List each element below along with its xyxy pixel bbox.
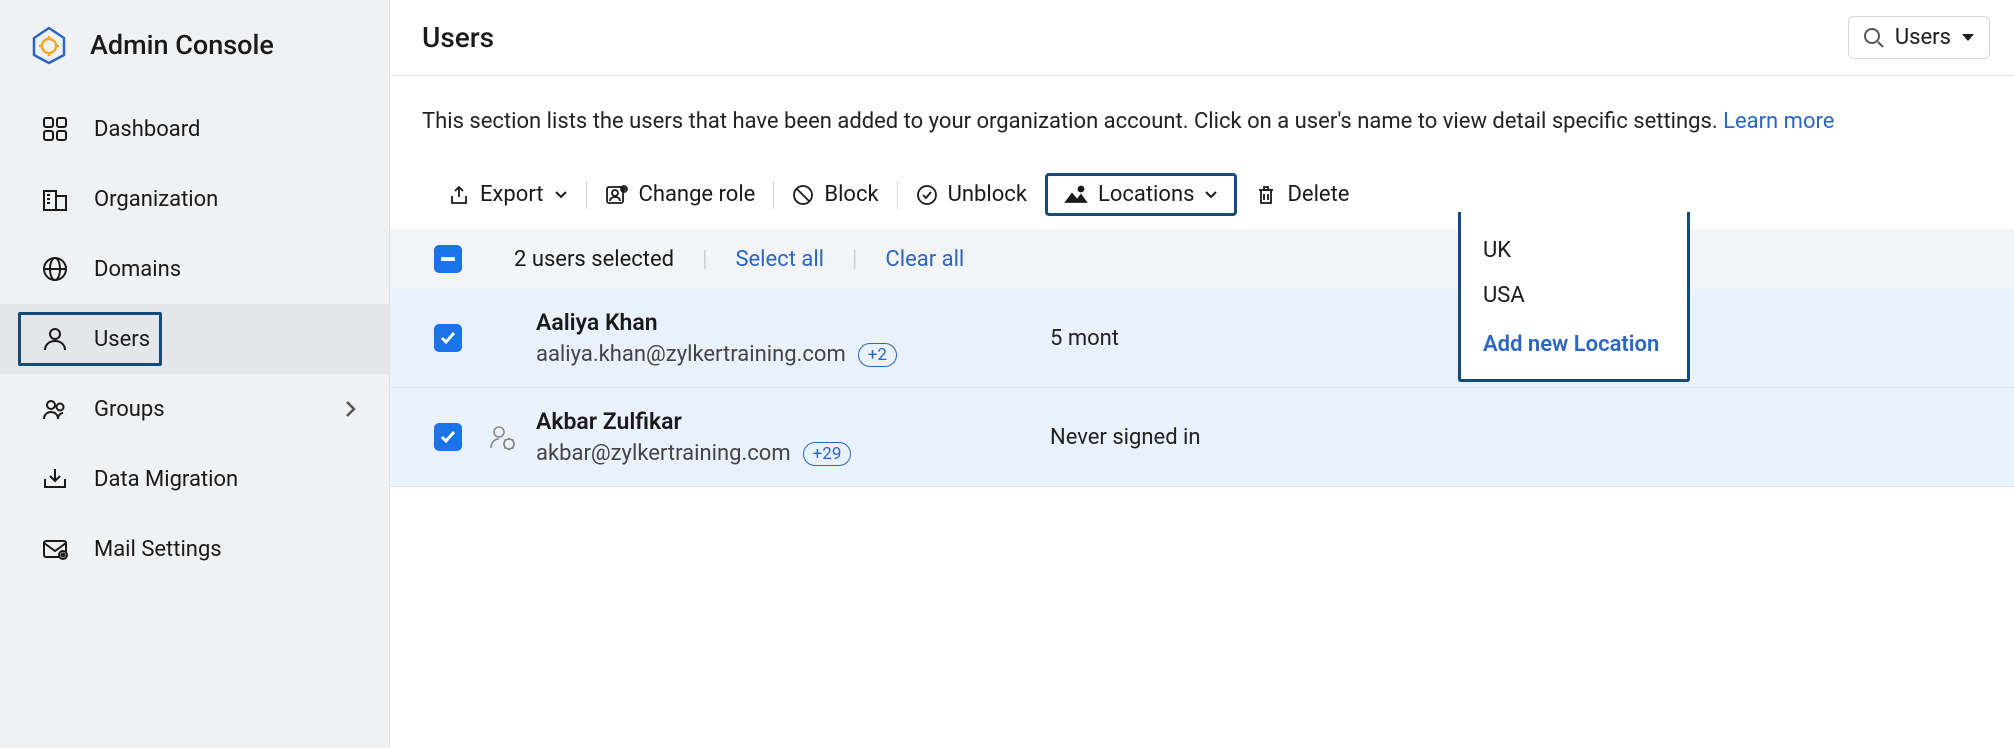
unblock-icon bbox=[916, 184, 938, 206]
unblock-button[interactable]: Unblock bbox=[898, 174, 1045, 215]
user-name: Aaliya Khan bbox=[536, 309, 897, 336]
user-last-activity: Never signed in bbox=[1050, 425, 1970, 450]
sidebar-item-domains[interactable]: Domains bbox=[0, 234, 389, 304]
main-header: Users Users bbox=[390, 0, 2014, 76]
migration-icon bbox=[40, 464, 70, 494]
separator: | bbox=[852, 247, 857, 272]
sidebar-item-label: Organization bbox=[94, 187, 365, 212]
extra-alias-badge[interactable]: +29 bbox=[803, 442, 852, 466]
locations-dropdown-panel: UK USA Add new Location bbox=[1458, 212, 1690, 382]
user-email: aaliya.khan@zylkertraining.com bbox=[536, 342, 846, 367]
action-toolbar: Export Change role Block Unblock bbox=[390, 160, 2014, 229]
sidebar-item-label: Data Migration bbox=[94, 467, 365, 492]
select-all-link[interactable]: Select all bbox=[735, 247, 824, 272]
search-scope-dropdown[interactable]: Users bbox=[1848, 16, 1990, 59]
block-button[interactable]: Block bbox=[774, 174, 896, 215]
unblock-label: Unblock bbox=[948, 182, 1027, 207]
sidebar-item-data-migration[interactable]: Data Migration bbox=[0, 444, 389, 514]
add-location-link[interactable]: Add new Location bbox=[1461, 318, 1687, 363]
sidebar-item-label: Mail Settings bbox=[94, 537, 365, 562]
locations-button[interactable]: Locations bbox=[1046, 174, 1236, 215]
delete-button[interactable]: Delete bbox=[1237, 174, 1367, 215]
intro-body: This section lists the users that have b… bbox=[422, 109, 1723, 134]
locations-label: Locations bbox=[1098, 182, 1194, 207]
sidebar-item-organization[interactable]: Organization bbox=[0, 164, 389, 234]
sidebar-item-dashboard[interactable]: Dashboard bbox=[0, 94, 389, 164]
change-role-label: Change role bbox=[639, 182, 756, 207]
intro-text: This section lists the users that have b… bbox=[390, 76, 2014, 160]
row-checkbox[interactable] bbox=[434, 423, 462, 451]
user-row[interactable]: Aaliya Khan aaliya.khan@zylkertraining.c… bbox=[390, 289, 2014, 388]
user-icon bbox=[40, 324, 70, 354]
user-settings-icon bbox=[486, 422, 518, 452]
block-label: Block bbox=[824, 182, 878, 207]
dashboard-icon bbox=[40, 114, 70, 144]
chevron-down-icon bbox=[1204, 190, 1218, 200]
caret-down-icon bbox=[1961, 33, 1975, 43]
sidebar-item-label: Groups bbox=[94, 397, 319, 422]
delete-label: Delete bbox=[1287, 182, 1349, 207]
search-scope-label: Users bbox=[1895, 25, 1951, 50]
sidebar-item-label: Domains bbox=[94, 257, 365, 282]
locations-icon bbox=[1064, 185, 1088, 205]
selection-count: 2 users selected bbox=[514, 247, 674, 272]
sidebar-item-label: Dashboard bbox=[94, 117, 365, 142]
block-icon bbox=[792, 184, 814, 206]
organization-icon bbox=[40, 184, 70, 214]
location-option[interactable]: USA bbox=[1461, 273, 1687, 318]
user-email: akbar@zylkertraining.com bbox=[536, 441, 791, 466]
brand-title: Admin Console bbox=[90, 29, 274, 61]
sidebar: Admin Console Dashboard Organization Dom… bbox=[0, 0, 390, 748]
user-name: Akbar Zulfikar bbox=[536, 408, 851, 435]
brand-logo-icon bbox=[28, 24, 70, 66]
chevron-right-icon bbox=[343, 398, 357, 420]
user-row[interactable]: Akbar Zulfikar akbar@zylkertraining.com … bbox=[390, 388, 2014, 487]
search-icon bbox=[1863, 27, 1885, 49]
chevron-down-icon bbox=[554, 190, 568, 200]
change-role-icon bbox=[605, 184, 629, 206]
sidebar-item-mail-settings[interactable]: Mail Settings bbox=[0, 514, 389, 584]
sidebar-item-users[interactable]: Users bbox=[0, 304, 389, 374]
clear-all-link[interactable]: Clear all bbox=[885, 247, 964, 272]
location-option[interactable]: UK bbox=[1461, 228, 1687, 273]
trash-icon bbox=[1255, 184, 1277, 206]
export-button[interactable]: Export bbox=[430, 174, 586, 215]
extra-alias-badge[interactable]: +2 bbox=[858, 343, 897, 367]
learn-more-link[interactable]: Learn more bbox=[1723, 109, 1834, 134]
separator: | bbox=[702, 247, 707, 272]
brand: Admin Console bbox=[0, 16, 389, 94]
groups-icon bbox=[40, 394, 70, 424]
row-checkbox[interactable] bbox=[434, 324, 462, 352]
sidebar-item-groups[interactable]: Groups bbox=[0, 374, 389, 444]
page-title: Users bbox=[422, 21, 494, 54]
sidebar-item-label: Users bbox=[94, 327, 365, 352]
select-all-checkbox[interactable] bbox=[434, 245, 462, 273]
export-icon bbox=[448, 184, 470, 206]
main-content: Users Users This section lists the users… bbox=[390, 0, 2014, 748]
selection-bar: 2 users selected | Select all | Clear al… bbox=[390, 229, 2014, 289]
export-label: Export bbox=[480, 182, 544, 207]
mail-settings-icon bbox=[40, 534, 70, 564]
globe-icon bbox=[40, 254, 70, 284]
change-role-button[interactable]: Change role bbox=[587, 174, 774, 215]
